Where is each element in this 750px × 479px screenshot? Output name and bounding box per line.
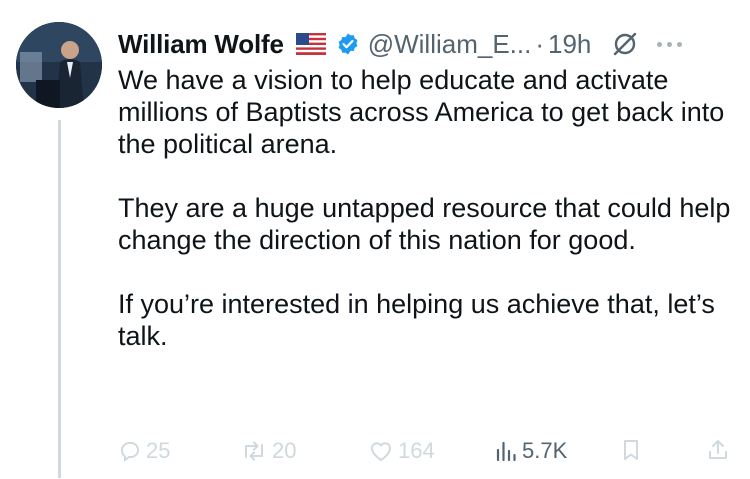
action-bar: 25 20 164 5.7K [118,438,738,468]
thread-line [58,120,61,478]
avatar-photo [16,22,102,108]
tweet-body: We have a vision to help educate and act… [118,64,733,384]
view-count: 5.7K [522,438,568,463]
us-flag-icon [295,33,326,55]
reply-count: 25 [146,438,171,463]
verified-badge-icon [338,33,358,55]
views-icon [496,441,516,462]
like-icon [371,442,391,461]
avatar[interactable] [16,22,102,108]
author-handle[interactable]: @William_E... [368,29,532,60]
repost-icon [245,441,263,461]
post-time[interactable]: 19h [548,29,591,60]
tweet-paragraph: If you’re interested in helping us achie… [118,289,715,351]
share-button[interactable] [706,438,730,462]
more-icon[interactable] [657,41,683,47]
author-name[interactable]: William Wolfe [118,29,284,60]
share-icon [709,440,727,459]
tweet-header: William Wolfe @William_E... · 19h [118,26,738,62]
separator-dot: · [535,28,545,59]
tweet-paragraph: They are a huge untapped resource that c… [118,193,731,255]
tweet-paragraph: We have a vision to help educate and act… [118,65,725,159]
like-button[interactable]: 164 [368,438,435,464]
repost-button[interactable]: 20 [240,438,296,464]
views-button[interactable]: 5.7K [494,438,567,464]
bookmark-icon [624,440,638,460]
grok-icon[interactable] [611,30,639,58]
repost-count: 20 [272,438,297,463]
like-count: 164 [398,438,435,463]
reply-icon [121,442,139,462]
bookmark-button[interactable] [620,438,642,462]
reply-button[interactable]: 25 [118,438,170,464]
